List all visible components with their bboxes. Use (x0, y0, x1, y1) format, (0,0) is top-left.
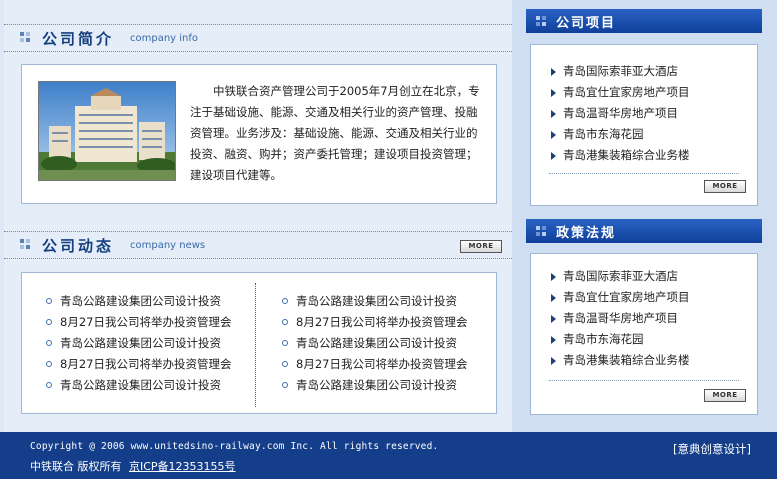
owner-text: 中铁联合 版权所有 (30, 460, 122, 473)
project-item[interactable]: 青岛国际索菲亚大酒店 (549, 61, 690, 82)
policies-title: 政策法规 (556, 226, 617, 241)
policies-more-button[interactable]: MORE (704, 389, 746, 402)
news-item[interactable]: 8月27日我公司将举办投资管理会 (44, 354, 231, 375)
circle-bullet-icon (282, 298, 288, 304)
circle-bullet-icon (46, 361, 52, 367)
triangle-bullet-icon (551, 294, 556, 302)
company-news-subtitle: company news (130, 240, 206, 251)
designer-credit[interactable]: [意典创意设计] (673, 441, 751, 457)
triangle-bullet-icon (551, 336, 556, 344)
triangle-bullet-icon (551, 68, 556, 76)
section-bullet-icon (536, 16, 546, 26)
projects-title: 公司项目 (556, 16, 617, 31)
policies-box: 青岛国际索菲亚大酒店 青岛宜仕宜家房地产项目 青岛温哥华房地产项目 青岛市东海花… (530, 253, 758, 415)
news-item[interactable]: 8月27日我公司将举办投资管理会 (44, 312, 231, 333)
news-column-divider (255, 283, 256, 407)
policies-list: 青岛国际索菲亚大酒店 青岛宜仕宜家房地产项目 青岛温哥华房地产项目 青岛市东海花… (549, 266, 690, 371)
triangle-bullet-icon (551, 152, 556, 160)
company-info-title: 公司简介 (42, 30, 115, 48)
footer: Copyright @ 2006 www.unitedsino-railway.… (0, 432, 777, 479)
circle-bullet-icon (46, 319, 52, 325)
news-list-left: 青岛公路建设集团公司设计投资 8月27日我公司将举办投资管理会 青岛公路建设集团… (44, 291, 231, 396)
projects-box: 青岛国际索菲亚大酒店 青岛宜仕宜家房地产项目 青岛温哥华房地产项目 青岛市东海花… (530, 44, 758, 206)
left-column: 公司简介 company info 中铁联合资产管理公司于2005年7月创立在北… (4, 0, 512, 432)
news-item[interactable]: 青岛公路建设集团公司设计投资 (280, 291, 467, 312)
section-bullet-icon (536, 226, 546, 236)
section-bullet-icon (20, 239, 31, 250)
triangle-bullet-icon (551, 110, 556, 118)
news-item[interactable]: 青岛公路建设集团公司设计投资 (44, 375, 231, 396)
company-info-header: 公司简介 company info (4, 24, 512, 52)
circle-bullet-icon (46, 340, 52, 346)
policy-item[interactable]: 青岛市东海花园 (549, 329, 690, 350)
policy-item[interactable]: 青岛温哥华房地产项目 (549, 308, 690, 329)
circle-bullet-icon (282, 361, 288, 367)
triangle-bullet-icon (551, 357, 556, 365)
company-news-title: 公司动态 (42, 237, 115, 255)
project-item[interactable]: 青岛港集装箱综合业务楼 (549, 145, 690, 166)
building-photo (39, 82, 175, 180)
triangle-bullet-icon (551, 89, 556, 97)
projects-divider (549, 173, 739, 174)
news-list-right: 青岛公路建设集团公司设计投资 8月27日我公司将举办投资管理会 青岛公路建设集团… (280, 291, 467, 396)
company-news-box: 青岛公路建设集团公司设计投资 8月27日我公司将举办投资管理会 青岛公路建设集团… (21, 272, 497, 414)
circle-bullet-icon (46, 382, 52, 388)
policies-divider (549, 380, 739, 381)
copyright-text: Copyright @ 2006 www.unitedsino-railway.… (30, 441, 439, 452)
news-item[interactable]: 青岛公路建设集团公司设计投资 (44, 291, 231, 312)
circle-bullet-icon (282, 382, 288, 388)
news-item[interactable]: 青岛公路建设集团公司设计投资 (280, 375, 467, 396)
news-item[interactable]: 青岛公路建设集团公司设计投资 (280, 333, 467, 354)
projects-more-button[interactable]: MORE (704, 180, 746, 193)
right-column: 公司项目 青岛国际索菲亚大酒店 青岛宜仕宜家房地产项目 青岛温哥华房地产项目 青… (512, 0, 777, 432)
section-bullet-icon (20, 32, 31, 43)
projects-header: 公司项目 (526, 9, 762, 33)
circle-bullet-icon (46, 298, 52, 304)
company-info-text: 中铁联合资产管理公司于2005年7月创立在北京，专注于基础设施、能源、交通及相关… (190, 84, 480, 182)
project-item[interactable]: 青岛宜仕宜家房地产项目 (549, 82, 690, 103)
company-info-box: 中铁联合资产管理公司于2005年7月创立在北京，专注于基础设施、能源、交通及相关… (21, 64, 497, 204)
news-item[interactable]: 8月27日我公司将举办投资管理会 (280, 354, 467, 375)
news-item[interactable]: 青岛公路建设集团公司设计投资 (44, 333, 231, 354)
owner-line: 中铁联合 版权所有 京ICP备12353155号 (30, 458, 236, 474)
company-info-subtitle: company info (130, 33, 199, 44)
projects-list: 青岛国际索菲亚大酒店 青岛宜仕宜家房地产项目 青岛温哥华房地产项目 青岛市东海花… (549, 61, 690, 166)
policy-item[interactable]: 青岛港集装箱综合业务楼 (549, 350, 690, 371)
triangle-bullet-icon (551, 131, 556, 139)
circle-bullet-icon (282, 340, 288, 346)
triangle-bullet-icon (551, 315, 556, 323)
triangle-bullet-icon (551, 273, 556, 281)
project-item[interactable]: 青岛温哥华房地产项目 (549, 103, 690, 124)
company-news-header: 公司动态 company news MORE (4, 231, 512, 259)
project-item[interactable]: 青岛市东海花园 (549, 124, 690, 145)
policies-header: 政策法规 (526, 219, 762, 243)
circle-bullet-icon (282, 319, 288, 325)
news-more-button[interactable]: MORE (460, 240, 502, 253)
icp-link[interactable]: 京ICP备12353155号 (129, 460, 236, 473)
policy-item[interactable]: 青岛宜仕宜家房地产项目 (549, 287, 690, 308)
news-item[interactable]: 8月27日我公司将举办投资管理会 (280, 312, 467, 333)
company-building-image (38, 81, 176, 181)
policy-item[interactable]: 青岛国际索菲亚大酒店 (549, 266, 690, 287)
